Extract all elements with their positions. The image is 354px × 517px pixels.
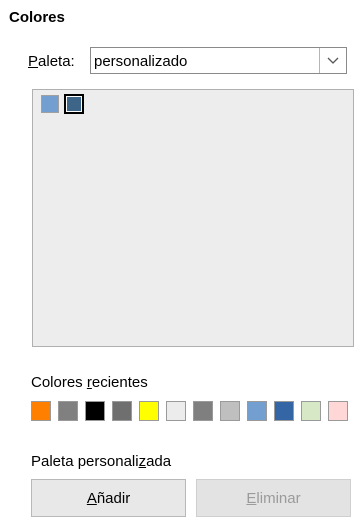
recent-color-swatch[interactable] <box>58 401 78 421</box>
color-swatch[interactable] <box>41 95 59 113</box>
recent-color-swatch[interactable] <box>112 401 132 421</box>
recent-color-swatch[interactable] <box>166 401 186 421</box>
color-swatch[interactable] <box>64 94 84 114</box>
palette-dropdown-value: personalizado <box>94 53 188 70</box>
recent-color-swatch[interactable] <box>274 401 294 421</box>
color-swatch-grid <box>32 89 354 347</box>
recent-color-swatch[interactable] <box>220 401 240 421</box>
recent-colors-label: Colores recientes <box>31 374 148 391</box>
remove-button[interactable]: Eliminar <box>196 479 351 517</box>
recent-color-swatch[interactable] <box>139 401 159 421</box>
section-title: Colores <box>9 9 65 26</box>
recent-color-swatch[interactable] <box>301 401 321 421</box>
recent-color-swatch[interactable] <box>328 401 348 421</box>
chevron-down-icon <box>327 57 339 64</box>
recent-color-swatch[interactable] <box>85 401 105 421</box>
palette-dropdown[interactable]: personalizado <box>90 47 347 74</box>
recent-color-swatch[interactable] <box>193 401 213 421</box>
custom-palette-label: Paleta personalizada <box>31 453 172 470</box>
recent-colors-row <box>31 401 354 423</box>
recent-color-swatch[interactable] <box>31 401 51 421</box>
palette-label: Paleta: <box>28 53 75 70</box>
recent-color-swatch[interactable] <box>247 401 267 421</box>
add-button[interactable]: Añadir <box>31 479 186 517</box>
dropdown-button[interactable] <box>319 48 346 73</box>
